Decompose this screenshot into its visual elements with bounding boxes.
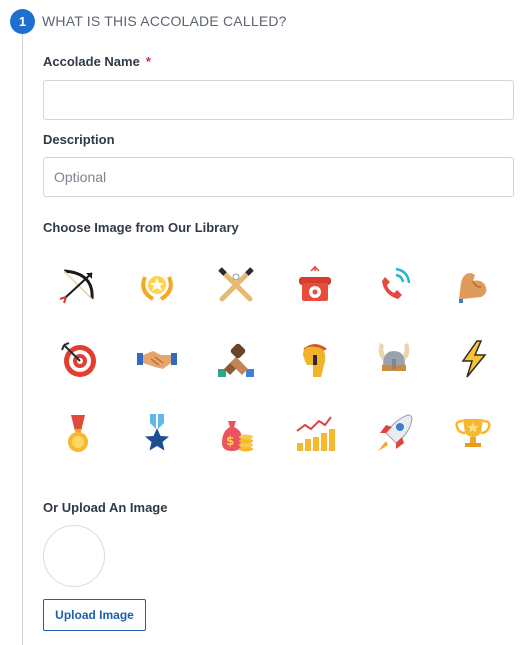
accolade-name-label-text: Accolade Name — [43, 54, 140, 69]
upload-image-preview[interactable] — [43, 525, 105, 587]
library-icon-option[interactable] — [277, 396, 353, 470]
library-icon-option[interactable] — [356, 396, 432, 470]
library-icon-option[interactable] — [277, 248, 353, 322]
flexed-bicep-icon — [459, 273, 487, 303]
viking-helmet-icon — [378, 343, 410, 371]
growth-chart-icon — [296, 416, 335, 451]
money-bag-icon: $ — [222, 421, 253, 452]
description-label: Description — [43, 132, 115, 147]
library-icon-option[interactable] — [198, 248, 274, 322]
library-icon-option[interactable] — [198, 322, 274, 396]
upload-label: Or Upload An Image — [43, 500, 168, 515]
crossed-bats-icon — [218, 267, 254, 302]
handshake-icon — [137, 351, 177, 369]
upload-image-button[interactable]: Upload Image — [43, 599, 146, 631]
laurel-star-icon — [141, 276, 173, 301]
library-icon-option[interactable] — [277, 322, 353, 396]
fist-bump-icon — [218, 343, 254, 377]
gold-medal-icon — [68, 415, 88, 452]
lightning-bolt-icon — [461, 340, 487, 378]
library-icon-option[interactable] — [40, 396, 116, 470]
step-title: WHAT IS THIS ACCOLADE CALLED? — [42, 13, 287, 29]
library-icon-option[interactable] — [435, 248, 511, 322]
step-connector-line — [22, 34, 23, 645]
bow-and-arrow-icon — [59, 269, 94, 304]
library-icon-option[interactable] — [435, 396, 511, 470]
library-icon-option[interactable]: $ — [198, 396, 274, 470]
trophy-icon — [455, 419, 491, 447]
ringing-phone-icon — [382, 267, 411, 299]
accolade-name-input[interactable] — [43, 80, 514, 120]
target-bullseye-icon — [61, 342, 96, 377]
library-icon-option[interactable] — [356, 248, 432, 322]
description-input[interactable] — [43, 157, 514, 197]
required-asterisk: * — [145, 54, 151, 69]
library-icon-option[interactable] — [119, 322, 195, 396]
image-library-grid: $ — [40, 248, 514, 470]
library-icon-option[interactable] — [356, 322, 432, 396]
spartan-helmet-icon — [303, 344, 327, 377]
svg-text:$: $ — [226, 434, 234, 448]
library-icon-option[interactable] — [119, 248, 195, 322]
library-icon-option[interactable] — [119, 396, 195, 470]
red-telephone-icon — [299, 266, 331, 301]
accolade-name-label: Accolade Name * — [43, 54, 151, 69]
library-icon-option[interactable] — [40, 322, 116, 396]
library-icon-option[interactable] — [40, 248, 116, 322]
library-icon-option[interactable] — [435, 322, 511, 396]
rocket-icon — [378, 414, 413, 451]
step-number-badge: 1 — [10, 9, 35, 34]
library-label: Choose Image from Our Library — [43, 220, 239, 235]
blue-star-medal-icon — [145, 414, 169, 451]
